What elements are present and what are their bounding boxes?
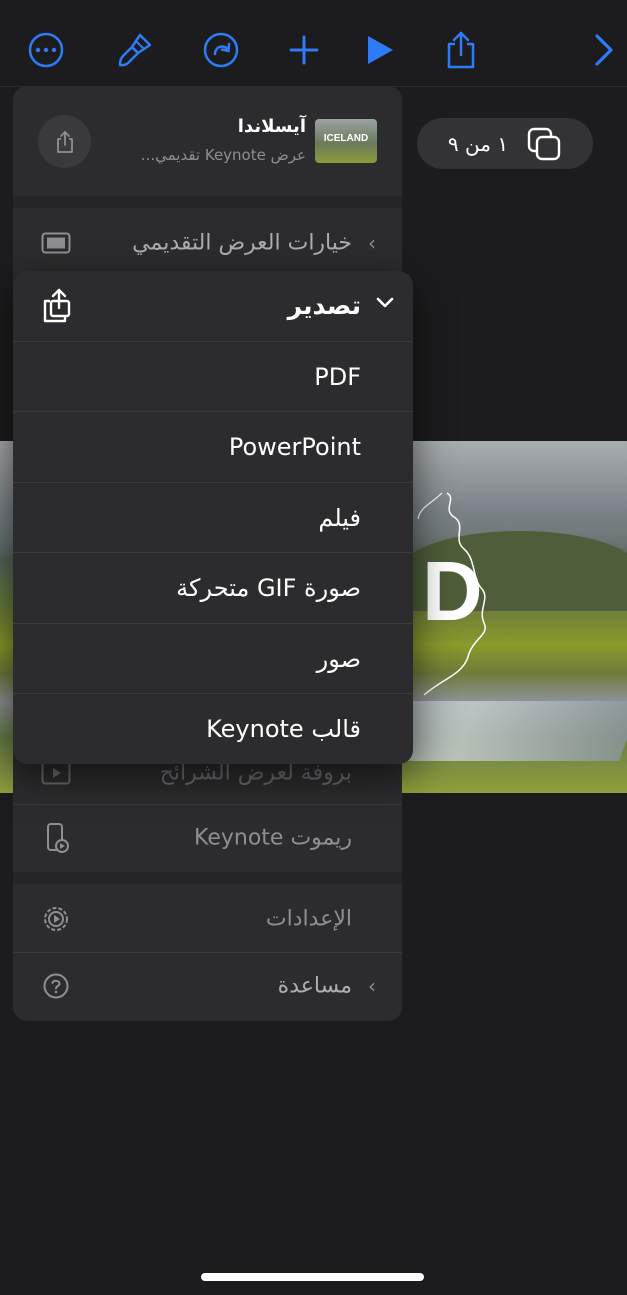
document-share-button[interactable] xyxy=(38,115,91,168)
document-subtitle: عرض Keynote تقديمي... xyxy=(140,146,306,164)
export-movie-item[interactable]: فيلم xyxy=(13,482,413,553)
help-label: مساعدة xyxy=(277,973,352,999)
presentation-options-label: خيارات العرض التقديمي xyxy=(132,230,352,256)
menu-group-separator xyxy=(13,872,402,884)
share-icon xyxy=(56,130,73,153)
document-title: آيسلاندا xyxy=(237,116,306,137)
export-animated-gif-label: صورة GIF متحركة xyxy=(176,574,361,602)
chevron-down-icon xyxy=(376,297,394,308)
presentation-options-item[interactable]: ‹ خيارات العرض التقديمي xyxy=(13,210,402,276)
more-icon xyxy=(28,32,64,68)
settings-item[interactable]: الإعدادات xyxy=(13,886,402,952)
slideshow-rehearsal-label: بروفة لعرض الشرائح xyxy=(159,760,352,786)
export-pdf-label: PDF xyxy=(314,363,361,391)
help-item[interactable]: ‹ مساعدة xyxy=(13,953,402,1019)
export-pdf-item[interactable]: PDF xyxy=(13,341,413,412)
thumbnail-title: ICELAND xyxy=(323,133,369,144)
more-button[interactable] xyxy=(24,26,68,74)
export-keynote-theme-item[interactable]: قالب Keynote xyxy=(13,693,413,764)
slides-stack-icon xyxy=(527,127,561,160)
remote-phone-icon xyxy=(40,822,72,854)
top-toolbar xyxy=(0,0,627,87)
settings-label: الإعدادات xyxy=(265,906,352,932)
slide-counter-text: ١ من ٩ xyxy=(447,131,509,156)
redo-icon xyxy=(203,32,239,68)
export-images-label: صور xyxy=(316,645,361,673)
export-title: تصدير xyxy=(287,291,361,320)
export-submenu: تصدير PDF PowerPoint فيلم صورة GIF متحرك… xyxy=(13,271,413,764)
export-animated-gif-item[interactable]: صورة GIF متحركة xyxy=(13,552,413,623)
chevron-left-icon: ‹ xyxy=(368,231,376,255)
share-button[interactable] xyxy=(439,26,483,74)
add-icon xyxy=(289,35,319,65)
settings-gear-icon xyxy=(40,903,72,935)
export-images-item[interactable]: صور xyxy=(13,623,413,694)
export-powerpoint-item[interactable]: PowerPoint xyxy=(13,411,413,482)
presentation-screen-icon xyxy=(40,227,72,259)
forward-button[interactable] xyxy=(582,26,626,74)
home-indicator[interactable] xyxy=(201,1273,424,1281)
format-button[interactable] xyxy=(113,26,157,74)
forward-icon xyxy=(595,34,613,66)
export-keynote-theme-label: قالب Keynote xyxy=(206,715,361,743)
redo-button[interactable] xyxy=(199,26,243,74)
document-info-row[interactable]: ICELAND آيسلاندا عرض Keynote تقديمي... xyxy=(13,86,402,196)
slide-title-letter: D xyxy=(422,544,483,638)
add-button[interactable] xyxy=(282,26,326,74)
export-header[interactable]: تصدير xyxy=(13,271,413,341)
chevron-left-icon: ‹ xyxy=(368,974,376,998)
paintbrush-icon xyxy=(118,33,152,67)
export-movie-label: فيلم xyxy=(318,504,361,532)
share-icon xyxy=(447,31,475,69)
slide-counter[interactable]: ١ من ٩ xyxy=(417,118,593,169)
export-powerpoint-label: PowerPoint xyxy=(228,433,361,461)
help-question-icon xyxy=(40,970,72,1002)
keynote-remote-item[interactable]: ريموت Keynote xyxy=(13,805,402,871)
menu-group-separator xyxy=(13,196,402,208)
export-share-icon xyxy=(43,288,71,323)
keynote-remote-label: ريموت Keynote xyxy=(194,825,352,851)
play-button[interactable] xyxy=(358,26,402,74)
play-icon xyxy=(368,36,393,64)
document-thumbnail: ICELAND xyxy=(315,119,377,163)
